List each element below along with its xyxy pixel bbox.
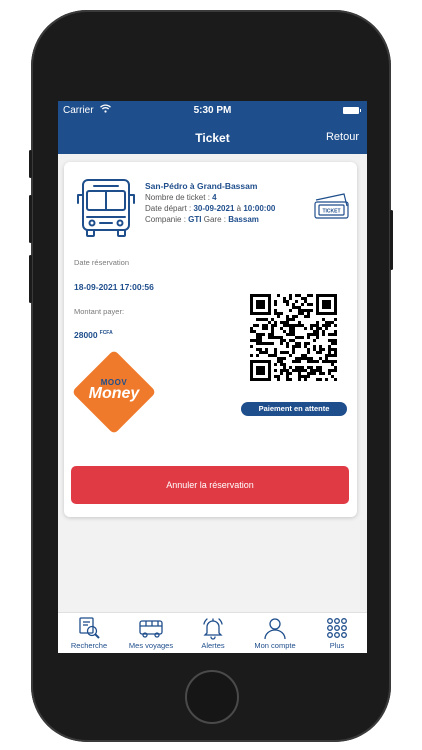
- qr-code: [250, 294, 337, 381]
- departure-separator: à: [236, 204, 242, 213]
- payment-status-badge: Paiement en attente: [241, 402, 347, 416]
- status-bar: Carrier 5:30 PM: [58, 103, 367, 119]
- volume-up-button: [29, 195, 32, 243]
- bell-icon: [203, 618, 223, 640]
- bus-icon: [77, 179, 135, 237]
- station-label: Gare :: [203, 215, 226, 224]
- grid-dots-icon: [327, 618, 347, 638]
- amount: 28000: [74, 330, 98, 340]
- moov-logo-line2: Money: [88, 385, 140, 402]
- currency: FCFA: [99, 330, 113, 337]
- trip-details: San-Pédro à Grand-Bassam Nombre de ticke…: [145, 181, 275, 225]
- ticket-card: San-Pédro à Grand-Bassam Nombre de ticke…: [64, 162, 357, 517]
- reservation-date-label: Date réservation: [74, 258, 130, 267]
- amount-label: Montant payer:: [74, 307, 125, 316]
- tab-recherche[interactable]: Recherche: [58, 613, 120, 653]
- battery-icon: [343, 107, 361, 114]
- departure-time: 10:00:00: [243, 204, 276, 213]
- station-name: Bassam: [228, 215, 259, 224]
- ticket-count: 4: [212, 193, 217, 202]
- departure-date: 30-09-2021: [193, 204, 235, 213]
- app-screen: Carrier 5:30 PM Ticket Retour San-Pédro …: [58, 101, 367, 653]
- amount-value: 28000 FCFA: [74, 330, 113, 340]
- moov-money-logo-text: MOOV Money: [76, 378, 152, 403]
- power-button: [390, 210, 393, 270]
- tab-label: Recherche: [70, 641, 108, 650]
- tab-label: Plus: [329, 641, 345, 650]
- volume-down-button: [29, 255, 32, 303]
- tab-alertes[interactable]: Alertes: [182, 613, 244, 653]
- home-button[interactable]: [185, 670, 239, 724]
- departure-label: Date départ :: [145, 204, 192, 213]
- user-icon: [264, 618, 286, 640]
- company-label: Companie :: [145, 215, 186, 224]
- back-button[interactable]: Retour: [326, 131, 359, 143]
- tab-mes-voyages[interactable]: Mes voyages: [120, 613, 182, 653]
- reservation-date: 18-09-2021 17:00:56: [74, 282, 154, 292]
- tab-label: Mon compte: [254, 641, 296, 650]
- top-bar: Carrier 5:30 PM Ticket Retour: [58, 101, 367, 154]
- tab-bar: Recherche Mes voyages Alertes Mon compte…: [58, 612, 367, 653]
- tab-label: Mes voyages: [128, 641, 174, 650]
- company-name: GTI: [188, 215, 202, 224]
- ticket-count-label: Nombre de ticket :: [145, 193, 210, 202]
- trip-route: San-Pédro à Grand-Bassam: [145, 181, 258, 191]
- ticket-icon-text: TICKET: [322, 209, 340, 215]
- cancel-reservation-button[interactable]: Annuler la réservation: [71, 466, 349, 504]
- page-title: Ticket: [195, 131, 230, 145]
- tab-mon-compte[interactable]: Mon compte: [244, 613, 306, 653]
- search-doc-icon: [79, 617, 100, 639]
- mute-switch: [29, 150, 32, 178]
- tab-label: Alertes: [201, 641, 225, 650]
- clock: 5:30 PM: [193, 105, 232, 116]
- ticket-icon: TICKET: [314, 193, 349, 219]
- tab-plus[interactable]: Plus: [306, 613, 367, 653]
- bus-icon: [139, 620, 163, 638]
